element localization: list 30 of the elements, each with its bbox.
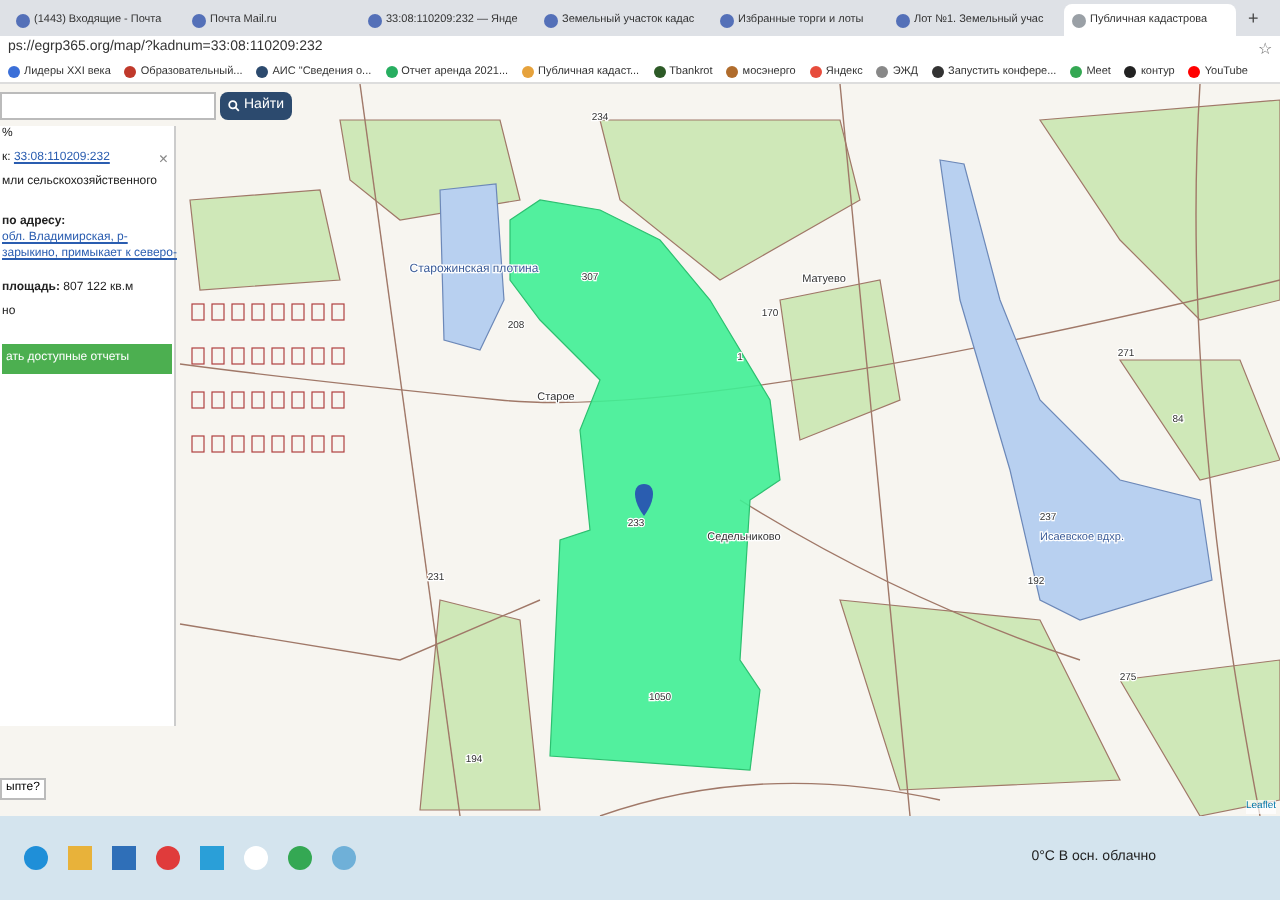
bookmark-icon <box>1070 66 1083 78</box>
search-field[interactable] <box>0 92 216 120</box>
favicon-icon <box>896 13 910 27</box>
bookmark-star-button[interactable]: ☆ <box>1258 41 1272 57</box>
bookmark-icon <box>8 66 20 78</box>
favicon-icon <box>16 13 30 27</box>
search-icon <box>228 100 240 112</box>
favicon-icon <box>544 13 558 27</box>
bookmark-icon <box>522 66 535 78</box>
bookmark-icon <box>1188 66 1201 78</box>
bookmark-icon <box>809 66 822 78</box>
bookmark-icon <box>124 66 137 78</box>
favicon-icon <box>1072 13 1086 27</box>
bookmark-icon <box>1124 66 1137 78</box>
new-tab-button[interactable]: + <box>1240 9 1267 27</box>
bookmark-icon <box>876 66 889 78</box>
taskbar-app-icon[interactable] <box>156 846 180 870</box>
favicon-icon <box>368 13 382 27</box>
taskbar-app-icon[interactable] <box>24 846 48 870</box>
bookmark-icon <box>385 66 398 78</box>
taskbar-app-icon[interactable] <box>288 846 312 870</box>
close-button[interactable]: × <box>158 151 172 167</box>
taskbar-app-icon[interactable] <box>332 846 356 870</box>
favicon-icon <box>720 13 734 27</box>
favicon-icon <box>192 13 206 27</box>
bookmark-icon <box>653 66 666 78</box>
bookmark-icon <box>726 66 739 78</box>
bookmark-icon <box>932 66 945 78</box>
bookmark-icon <box>256 66 269 78</box>
map-pin-icon[interactable] <box>635 484 653 516</box>
